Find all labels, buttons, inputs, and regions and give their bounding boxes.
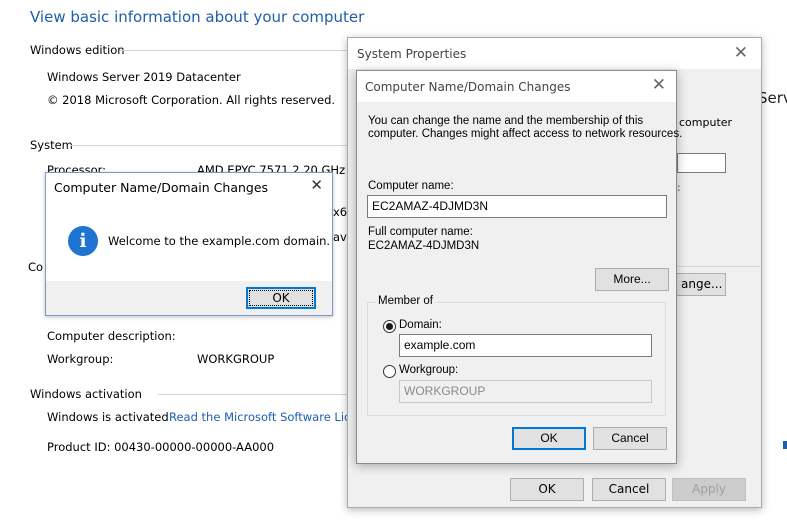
welcome-dialog-title: Computer Name/Domain Changes <box>54 180 269 195</box>
welcome-dialog-footer: OK <box>46 281 332 315</box>
dialog-title: Computer Name/Domain Changes <box>365 80 571 94</box>
domain-radio[interactable] <box>383 320 396 333</box>
section-divider <box>70 145 347 146</box>
computer-description-input[interactable] <box>677 153 726 173</box>
close-icon[interactable]: ✕ <box>310 176 323 194</box>
change-product-key-icon <box>783 441 787 449</box>
full-computer-name-value: EC2AMAZ-4DJMD3N <box>368 240 480 252</box>
windows-edition-value: Windows Server 2019 Datacenter <box>47 70 241 84</box>
workgroup-radio-label[interactable]: Workgroup: <box>399 364 458 376</box>
close-icon[interactable]: ✕ <box>652 75 666 95</box>
partial-text: : <box>677 181 681 194</box>
page-title: View basic information about your comput… <box>30 8 365 26</box>
system-properties-apply-button[interactable]: Apply <box>672 478 746 501</box>
change-button[interactable]: ange... <box>676 273 726 296</box>
member-of-label: Member of <box>376 295 435 307</box>
product-id: Product ID: 00430-00000-00000-AA000 <box>47 440 275 454</box>
info-icon: i <box>68 226 98 256</box>
description-line-1: You can change the name and the membersh… <box>368 115 644 127</box>
copyright-text: © 2018 Microsoft Corporation. All rights… <box>47 93 336 107</box>
dialog-cancel-button[interactable]: Cancel <box>593 427 667 450</box>
partial-description-text: computer <box>679 116 733 129</box>
dialog-titlebar: Computer Name/Domain Changes ✕ <box>357 71 676 102</box>
workgroup-value: WORKGROUP <box>197 352 275 366</box>
section-divider <box>668 266 763 267</box>
close-icon[interactable]: ✕ <box>734 43 748 63</box>
computer-name-input[interactable]: EC2AMAZ-4DJMD3N <box>367 195 667 218</box>
computer-name-label: Computer name: <box>368 180 454 192</box>
section-divider <box>158 394 347 395</box>
domain-radio-label[interactable]: Domain: <box>399 319 442 331</box>
workgroup-label: Workgroup: <box>47 352 114 366</box>
dialog-ok-button[interactable]: OK <box>512 427 586 450</box>
section-divider <box>120 50 347 51</box>
welcome-dialog-body: i Welcome to the example.com domain. <box>46 201 332 281</box>
computer-name-domain-dialog: Computer Name/Domain Changes ✕ You can c… <box>356 70 682 464</box>
activation-status: Windows is activated <box>47 410 169 424</box>
focus-rectangle <box>249 290 313 306</box>
domain-input[interactable]: example.com <box>399 334 652 357</box>
description-line-2: computer. Changes might affect access to… <box>368 128 683 140</box>
computer-description-label: Computer description: <box>47 329 176 343</box>
section-heading-system: System <box>30 138 73 152</box>
system-properties-cancel-button[interactable]: Cancel <box>592 478 666 501</box>
section-heading-activation: Windows activation <box>30 387 142 401</box>
welcome-message: Welcome to the example.com domain. <box>108 234 331 248</box>
system-properties-titlebar: System Properties ✕ <box>348 38 761 69</box>
section-heading-windows-edition: Windows edition <box>30 43 125 57</box>
section-heading-computer-name: Co <box>28 260 44 274</box>
member-of-group: Member of Domain: example.com Workgroup:… <box>367 295 666 416</box>
welcome-dialog: Computer Name/Domain Changes ✕ i Welcome… <box>45 172 333 316</box>
system-properties-title: System Properties <box>357 47 467 61</box>
welcome-ok-button[interactable]: OK <box>246 287 316 309</box>
more-button[interactable]: More... <box>595 268 669 291</box>
workgroup-input[interactable]: WORKGROUP <box>399 380 652 403</box>
workgroup-radio[interactable] <box>383 365 396 378</box>
system-properties-ok-button[interactable]: OK <box>510 478 584 501</box>
license-terms-link[interactable]: Read the Microsoft Software Licen <box>169 410 365 424</box>
full-computer-name-label: Full computer name: <box>368 226 473 238</box>
windows-logo-text-fragment: Serv <box>758 89 787 107</box>
